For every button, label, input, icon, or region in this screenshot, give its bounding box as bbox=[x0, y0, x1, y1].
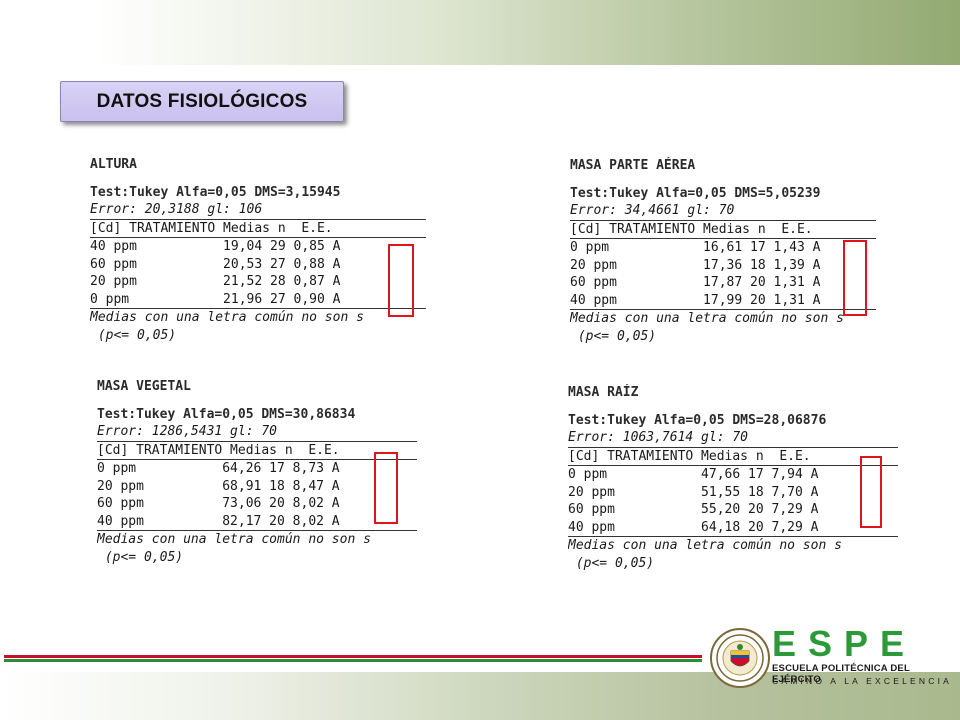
error-line: Error: 20,3188 gl: 106 bbox=[90, 202, 263, 217]
table-row: 0 ppm 47,66 17 7,94 A bbox=[568, 467, 819, 482]
table-header: [Cd] TRATAMIENTO Medias n E.E. bbox=[570, 219, 876, 239]
highlight-box bbox=[860, 456, 882, 528]
logo-motto: CAMINO A LA EXCELENCIA bbox=[772, 676, 952, 686]
slide-title: DATOS FISIOLÓGICOS bbox=[60, 81, 344, 122]
table-row: 40 ppm 17,99 20 1,31 A bbox=[570, 292, 876, 310]
table-row: 60 ppm 17,87 20 1,31 A bbox=[570, 275, 821, 290]
table-row: 60 ppm 20,53 27 0,88 A bbox=[90, 256, 341, 272]
test-line: Test:Tukey Alfa=0,05 DMS=5,05239 bbox=[570, 185, 821, 201]
highlight-box bbox=[843, 240, 867, 316]
footer-note: Medias con una letra común no son s bbox=[568, 538, 842, 553]
institution-seal-icon bbox=[710, 628, 770, 688]
error-line: Error: 34,4661 gl: 70 bbox=[570, 203, 735, 218]
panel-heading: MASA PARTE AÉREA bbox=[570, 158, 696, 173]
table-header: [Cd] TRATAMIENTO Medias n E.E. bbox=[568, 446, 898, 466]
panel-masa-raiz: MASA RAÍZ Test:Tukey Alfa=0,05 DMS=28,06… bbox=[568, 384, 898, 572]
panel-heading: ALTURA bbox=[90, 157, 137, 172]
table-row: 20 ppm 51,55 18 7,70 A bbox=[568, 484, 819, 500]
test-line: Test:Tukey Alfa=0,05 DMS=28,06876 bbox=[568, 412, 827, 428]
panel-altura: ALTURA Test:Tukey Alfa=0,05 DMS=3,15945 … bbox=[90, 156, 426, 344]
espe-logo-letters: ESPE bbox=[772, 623, 917, 664]
footer-p-value: (p<= 0,05) bbox=[570, 328, 657, 344]
table-row: 0 ppm 21,96 27 0,90 A bbox=[90, 291, 426, 309]
footer-note: Medias con una letra común no son s bbox=[97, 532, 371, 547]
table-row: 40 ppm 19,04 29 0,85 A bbox=[90, 239, 341, 254]
table-row: 60 ppm 55,20 20 7,29 A bbox=[568, 502, 819, 517]
top-decorative-band bbox=[0, 0, 960, 65]
footer-p-value: (p<= 0,05) bbox=[90, 327, 177, 343]
table-row: 0 ppm 64,26 17 8,73 A bbox=[97, 461, 340, 476]
table-row: 0 ppm 16,61 17 1,43 A bbox=[570, 240, 821, 255]
table-row: 40 ppm 64,18 20 7,29 A bbox=[568, 519, 898, 537]
highlight-box bbox=[374, 452, 398, 524]
test-line: Test:Tukey Alfa=0,05 DMS=30,86834 bbox=[97, 406, 356, 422]
panel-heading: MASA VEGETAL bbox=[97, 379, 191, 394]
panel-masa-parte-aerea: MASA PARTE AÉREA Test:Tukey Alfa=0,05 DM… bbox=[570, 157, 876, 345]
table-row: 20 ppm 17,36 18 1,39 A bbox=[570, 257, 821, 273]
table-header: [Cd] TRATAMIENTO Medias n E.E. bbox=[97, 440, 417, 460]
table-row: 20 ppm 21,52 28 0,87 A bbox=[90, 274, 341, 289]
table-header: [Cd] TRATAMIENTO Medias n E.E. bbox=[90, 218, 426, 238]
table-row: 40 ppm 82,17 20 8,02 A bbox=[97, 513, 417, 531]
error-line: Error: 1063,7614 gl: 70 bbox=[568, 430, 749, 445]
table-row: 20 ppm 68,91 18 8,47 A bbox=[97, 478, 340, 494]
red-stripe bbox=[4, 655, 702, 658]
footer-note: Medias con una letra común no son s bbox=[570, 311, 844, 326]
panel-heading: MASA RAÍZ bbox=[568, 385, 639, 400]
test-line: Test:Tukey Alfa=0,05 DMS=3,15945 bbox=[90, 184, 341, 200]
error-line: Error: 1286,5431 gl: 70 bbox=[97, 424, 278, 439]
green-stripe bbox=[4, 659, 702, 662]
highlight-box bbox=[388, 244, 414, 317]
footer-p-value: (p<= 0,05) bbox=[97, 549, 184, 565]
footer-p-value: (p<= 0,05) bbox=[568, 555, 655, 571]
table-row: 60 ppm 73,06 20 8,02 A bbox=[97, 496, 340, 511]
panel-masa-vegetal: MASA VEGETAL Test:Tukey Alfa=0,05 DMS=30… bbox=[97, 378, 417, 566]
footer-note: Medias con una letra común no son s bbox=[90, 310, 364, 325]
